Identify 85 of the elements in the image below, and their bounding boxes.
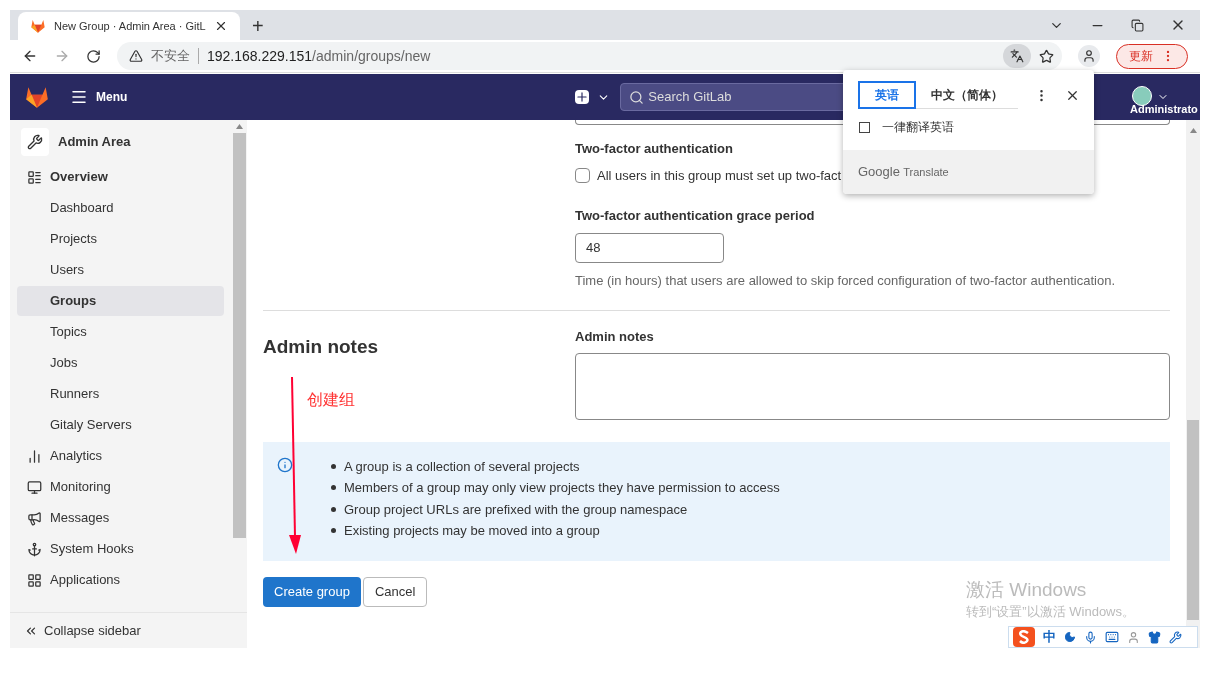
checkbox-label: All users in this group must set up two-fact bbox=[597, 166, 842, 185]
reload-icon[interactable] bbox=[86, 48, 101, 64]
scroll-up-icon[interactable] bbox=[1189, 128, 1197, 133]
admin-area-icon bbox=[21, 128, 49, 156]
bullet-icon bbox=[331, 485, 336, 491]
section-heading: Admin notes bbox=[263, 335, 380, 359]
new-tab-button[interactable]: + bbox=[252, 16, 264, 36]
half-width-icon[interactable] bbox=[1064, 631, 1076, 643]
checkbox-label: 一律翻译英语 bbox=[882, 119, 954, 136]
sidebar-item[interactable]: Runners bbox=[17, 379, 224, 409]
update-button[interactable]: 更新 bbox=[1116, 43, 1188, 69]
info-icon bbox=[277, 456, 293, 473]
bullet-icon bbox=[331, 528, 336, 534]
sidebar-item[interactable]: Messages bbox=[17, 503, 224, 533]
sidebar-item[interactable]: System Hooks bbox=[17, 534, 224, 564]
warning-icon bbox=[129, 49, 143, 63]
profile-icon[interactable] bbox=[1078, 45, 1100, 67]
sidebar-item[interactable]: Jobs bbox=[17, 348, 224, 378]
url-text: 192.168.229.151/admin/groups/new bbox=[207, 46, 431, 66]
sidebar-item[interactable]: Projects bbox=[17, 224, 224, 254]
restore-icon[interactable] bbox=[1131, 18, 1144, 32]
sidebar-item[interactable]: Overview bbox=[17, 162, 224, 192]
bookmark-icon[interactable] bbox=[1039, 48, 1054, 64]
sidebar-item[interactable]: Applications bbox=[17, 565, 224, 595]
section-icon bbox=[27, 169, 42, 185]
section-icon bbox=[27, 479, 42, 495]
scroll-up-icon[interactable] bbox=[236, 124, 243, 129]
activation-text: 转到“设置”以激活 Windows。 bbox=[966, 602, 1135, 621]
sidebar-item[interactable]: Topics bbox=[17, 317, 224, 347]
checkbox[interactable] bbox=[859, 121, 870, 133]
scrollbar-thumb[interactable] bbox=[233, 133, 246, 538]
field-label: Admin notes bbox=[575, 328, 655, 346]
info-text: Group project URLs are prefixed with the group namespace bbox=[344, 500, 688, 519]
grace-period-field[interactable]: 48 bbox=[575, 232, 724, 263]
sidebar-item[interactable]: Dashboard bbox=[17, 193, 224, 223]
scrollbar-thumb[interactable] bbox=[1187, 420, 1199, 620]
sidebar-item[interactable]: Gitaly Servers bbox=[17, 410, 224, 440]
fox-logo-icon[interactable] bbox=[30, 18, 46, 34]
sidebar-item[interactable]: Users bbox=[17, 255, 224, 285]
ime-logo-icon[interactable] bbox=[1013, 627, 1035, 647]
keyboard-icon[interactable] bbox=[1105, 630, 1119, 644]
bullet-icon bbox=[331, 463, 336, 469]
info-text: Members of a group may only view projects they have permission to access bbox=[344, 479, 780, 497]
bullet-icon bbox=[331, 506, 336, 512]
google-translate-logo: Google Translate bbox=[858, 163, 949, 182]
sidebar-title: Admin Area bbox=[58, 133, 131, 152]
cancel-button[interactable]: Cancel bbox=[362, 576, 428, 607]
help-text: Time (in hours) that users are allowed to skip forced configuration of two-factor authentication. bbox=[575, 271, 1116, 290]
shirt-icon[interactable] bbox=[1148, 630, 1161, 644]
microphone-icon[interactable] bbox=[1084, 630, 1097, 644]
wrench-icon[interactable] bbox=[1169, 630, 1182, 644]
search-placeholder: Search GitLab bbox=[648, 88, 732, 107]
ime-mode[interactable]: 中 bbox=[1043, 627, 1056, 647]
translate-icon[interactable] bbox=[1003, 44, 1031, 68]
section-icon bbox=[27, 572, 42, 588]
info-text: Existing projects may be moved into a group bbox=[344, 522, 600, 540]
admin-notes-field[interactable] bbox=[575, 352, 1170, 420]
avatar-icon[interactable] bbox=[1132, 86, 1152, 106]
security-label: 不安全 bbox=[151, 47, 190, 66]
section-icon bbox=[27, 448, 42, 464]
annotation-text: 创建组 bbox=[307, 390, 355, 410]
field-label: Two-factor authentication grace period bbox=[575, 207, 816, 225]
browser-tab[interactable]: New Group · Admin Area · GitL bbox=[18, 12, 240, 40]
section-icon bbox=[27, 510, 42, 526]
checkbox[interactable] bbox=[575, 167, 590, 183]
menu-button[interactable]: Menu bbox=[70, 88, 128, 106]
activation-title: 激活 Windows bbox=[966, 578, 1088, 602]
section-icon bbox=[27, 541, 42, 557]
sidebar-item[interactable]: Monitoring bbox=[17, 472, 224, 502]
search-icon bbox=[629, 89, 645, 105]
field-label: Two-factor authentication bbox=[575, 140, 734, 158]
address-bar[interactable]: 不安全 192.168.229.151/admin/groups/new bbox=[117, 42, 1062, 70]
back-icon[interactable] bbox=[22, 48, 38, 64]
tab-title: New Group · Admin Area · GitL bbox=[54, 18, 206, 34]
close-tab-icon[interactable] bbox=[214, 19, 228, 33]
user-icon[interactable] bbox=[1127, 630, 1140, 644]
user-name: Administrato bbox=[1130, 104, 1198, 115]
menu-icon bbox=[70, 88, 88, 106]
language-tab[interactable]: 英语 bbox=[858, 81, 916, 109]
new-icon[interactable] bbox=[575, 90, 590, 104]
create-group-button[interactable]: Create group bbox=[263, 576, 361, 607]
info-text: A group is a collection of several projects bbox=[344, 457, 580, 476]
language-tab[interactable]: 中文（简体） bbox=[916, 81, 1018, 109]
sidebar-item[interactable]: Analytics bbox=[17, 441, 224, 471]
sidebar-item[interactable]: Groups bbox=[17, 286, 224, 316]
